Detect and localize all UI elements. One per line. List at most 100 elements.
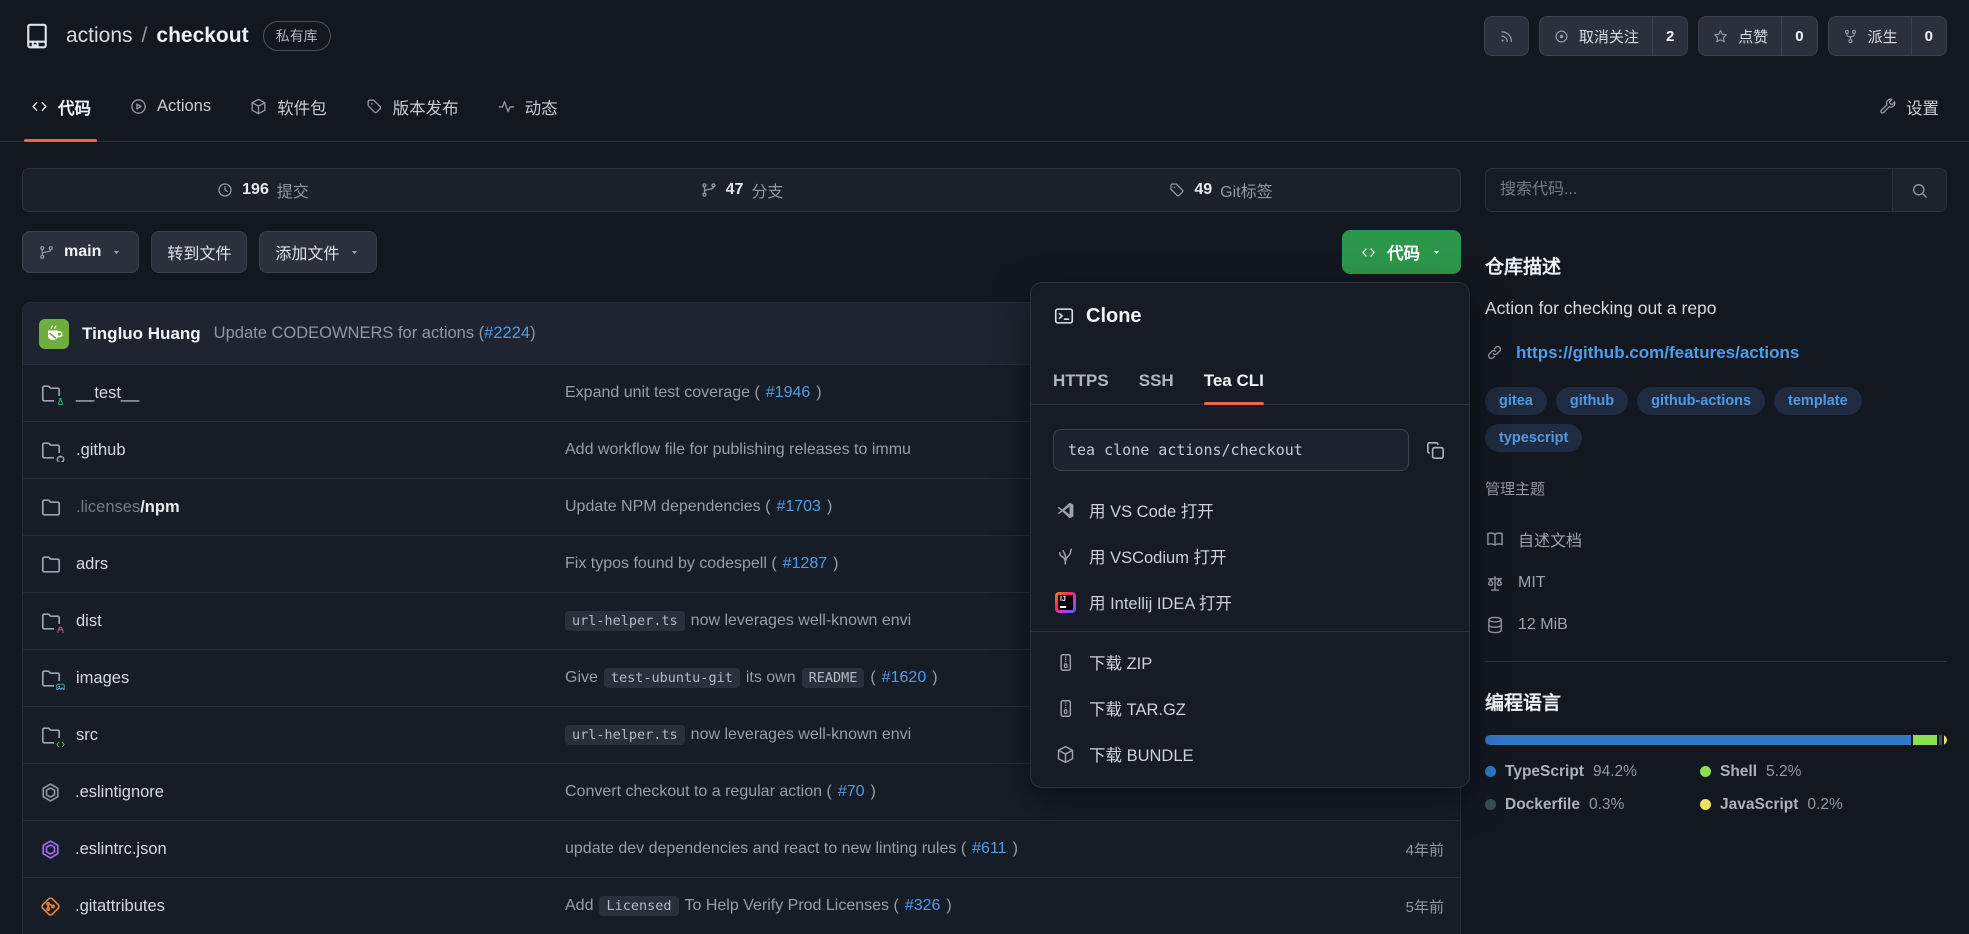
clone-tab-tea-cli[interactable]: Tea CLI <box>1204 359 1264 403</box>
issue-link[interactable]: #326 <box>905 897 941 915</box>
file-name[interactable]: src <box>76 726 98 745</box>
language-legend-TypeScript[interactable]: TypeScript94.2% <box>1485 763 1700 781</box>
language-legend-Dockerfile[interactable]: Dockerfile0.3% <box>1485 796 1700 814</box>
action-label: 取消关注 <box>1579 26 1639 47</box>
website-link[interactable]: https://github.com/features/actions <box>1516 343 1799 363</box>
folder-icon <box>39 381 63 405</box>
goto-file-button[interactable]: 转到文件 <box>151 231 247 273</box>
header-actions: 取消关注 2 点赞0 派生0 <box>1484 16 1947 56</box>
repo-owner-link[interactable]: actions <box>66 24 133 48</box>
issue-link[interactable]: #2224 <box>484 324 530 342</box>
meta-MIT[interactable]: MIT <box>1485 573 1947 593</box>
tab-版本发布[interactable]: 版本发布 <box>357 72 467 141</box>
file-name[interactable]: .eslintrc.json <box>75 840 167 859</box>
repo-book-icon <box>22 21 52 51</box>
tab-settings[interactable]: 设置 <box>1870 72 1947 141</box>
issue-link[interactable]: #1287 <box>783 555 828 573</box>
action-button-star[interactable]: 点赞0 <box>1698 16 1817 56</box>
open-with-用-Intellij-IDEA-打开[interactable]: IJ用 Intellij IDEA 打开 <box>1053 579 1447 625</box>
file-name[interactable]: .gitattributes <box>75 897 165 916</box>
code-clone-button[interactable]: 代码 <box>1342 230 1461 274</box>
open-with-用-VSCodium-打开[interactable]: 用 VSCodium 打开 <box>1053 533 1447 579</box>
code-search-button[interactable] <box>1892 169 1946 211</box>
message-text: Add workflow file for publishing release… <box>565 441 911 459</box>
action-button-fork[interactable]: 派生0 <box>1828 16 1947 56</box>
repo-description: Action for checking out a repo <box>1485 297 1947 321</box>
download-下载-TAR.GZ[interactable]: 下载 TAR.GZ <box>1053 685 1447 731</box>
language-legend-JavaScript[interactable]: JavaScript0.2% <box>1700 796 1947 814</box>
topic-github[interactable]: github <box>1556 387 1628 415</box>
stat-label: 提交 <box>277 178 309 202</box>
topic-template[interactable]: template <box>1774 387 1862 415</box>
copy-icon[interactable] <box>1424 439 1447 462</box>
tab-label: 代码 <box>58 95 91 119</box>
action-button-eye[interactable]: 取消关注 2 <box>1539 16 1688 56</box>
issue-link[interactable]: #611 <box>972 840 1006 858</box>
rss-icon <box>1498 28 1515 45</box>
issue-link[interactable]: #1703 <box>776 498 821 516</box>
action-count[interactable]: 2 <box>1652 17 1687 55</box>
topic-gitea[interactable]: gitea <box>1485 387 1547 415</box>
file-name[interactable]: dist <box>76 612 102 631</box>
tab-代码[interactable]: 代码 <box>22 72 99 141</box>
rss-feed-button[interactable] <box>1484 16 1529 56</box>
history-icon <box>216 181 234 199</box>
stat-value: 47 <box>726 181 744 199</box>
topic-github-actions[interactable]: github-actions <box>1637 387 1765 415</box>
tab-软件包[interactable]: 软件包 <box>241 72 335 141</box>
repo-name-link[interactable]: checkout <box>156 24 248 48</box>
file-name[interactable]: .eslintignore <box>75 783 164 802</box>
clone-tab-ssh[interactable]: SSH <box>1139 359 1174 403</box>
stat-提交[interactable]: 196提交 <box>23 169 502 211</box>
package-icon <box>249 97 268 116</box>
download-下载-BUNDLE[interactable]: 下载 BUNDLE <box>1053 731 1447 777</box>
clone-tab-https[interactable]: HTTPS <box>1053 359 1109 403</box>
issue-link[interactable]: #70 <box>838 783 865 801</box>
branch-select-button[interactable]: main <box>22 231 139 273</box>
message-text: its own <box>746 669 796 687</box>
repo-stats-bar: 196提交47分支49Git标签 <box>22 168 1461 212</box>
stat-Git标签[interactable]: 49Git标签 <box>981 169 1460 211</box>
message-text: ( <box>870 669 875 687</box>
add-file-button[interactable]: 添加文件 <box>259 231 377 273</box>
download-下载-ZIP[interactable]: 下载 ZIP <box>1053 639 1447 685</box>
language-bar[interactable] <box>1485 735 1947 745</box>
folder-icon <box>39 609 63 633</box>
issue-link[interactable]: #1620 <box>882 669 927 687</box>
issue-link[interactable]: #1946 <box>766 384 811 402</box>
file-name[interactable]: .github <box>76 441 126 460</box>
tab-动态[interactable]: 动态 <box>489 72 566 141</box>
topic-typescript[interactable]: typescript <box>1485 424 1582 452</box>
file-row-.gitattributes[interactable]: .gitattributesAdd Licensed To Help Verif… <box>23 878 1460 934</box>
message-text: ) <box>827 498 832 516</box>
file-name[interactable]: __test__ <box>76 384 139 403</box>
language-percent: 0.2% <box>1807 796 1842 814</box>
clone-command-input[interactable] <box>1053 429 1409 471</box>
language-legend-Shell[interactable]: Shell5.2% <box>1700 763 1947 781</box>
open-with-用-VS-Code-打开[interactable]: 用 VS Code 打开 <box>1053 487 1447 533</box>
stat-label: Git标签 <box>1220 178 1272 202</box>
code-search-input[interactable] <box>1486 169 1892 211</box>
file-name[interactable]: images <box>76 669 129 688</box>
tab-label: 软件包 <box>277 95 327 119</box>
language-name: TypeScript <box>1505 763 1584 781</box>
action-count[interactable]: 0 <box>1911 17 1946 55</box>
tab-actions[interactable]: Actions <box>121 72 219 141</box>
branch-icon <box>700 181 718 199</box>
language-dot <box>1485 766 1496 777</box>
file-name[interactable]: adrs <box>76 555 108 574</box>
code-chip: test-ubuntu-git <box>604 668 740 688</box>
database-icon <box>1485 615 1505 635</box>
file-toolbar: main 转到文件 添加文件 代码 <box>22 230 1461 274</box>
file-name[interactable]: .licenses/npm <box>76 498 180 517</box>
file-row-.eslintrc.json[interactable]: .eslintrc.jsonupdate dev dependencies an… <box>23 821 1460 878</box>
topic-list: gitea github github-actions template typescr… <box>1485 387 1947 452</box>
action-count[interactable]: 0 <box>1781 17 1816 55</box>
commit-author[interactable]: Tingluo Huang <box>82 324 201 344</box>
stat-分支[interactable]: 47分支 <box>502 169 981 211</box>
manage-topics-link[interactable]: 管理主题 <box>1485 478 1545 499</box>
avatar[interactable] <box>39 319 69 349</box>
meta-自述文档[interactable]: 自述文档 <box>1485 527 1947 551</box>
language-segment-Dockerfile <box>1939 735 1942 745</box>
meta-12 MiB[interactable]: 12 MiB <box>1485 615 1947 635</box>
